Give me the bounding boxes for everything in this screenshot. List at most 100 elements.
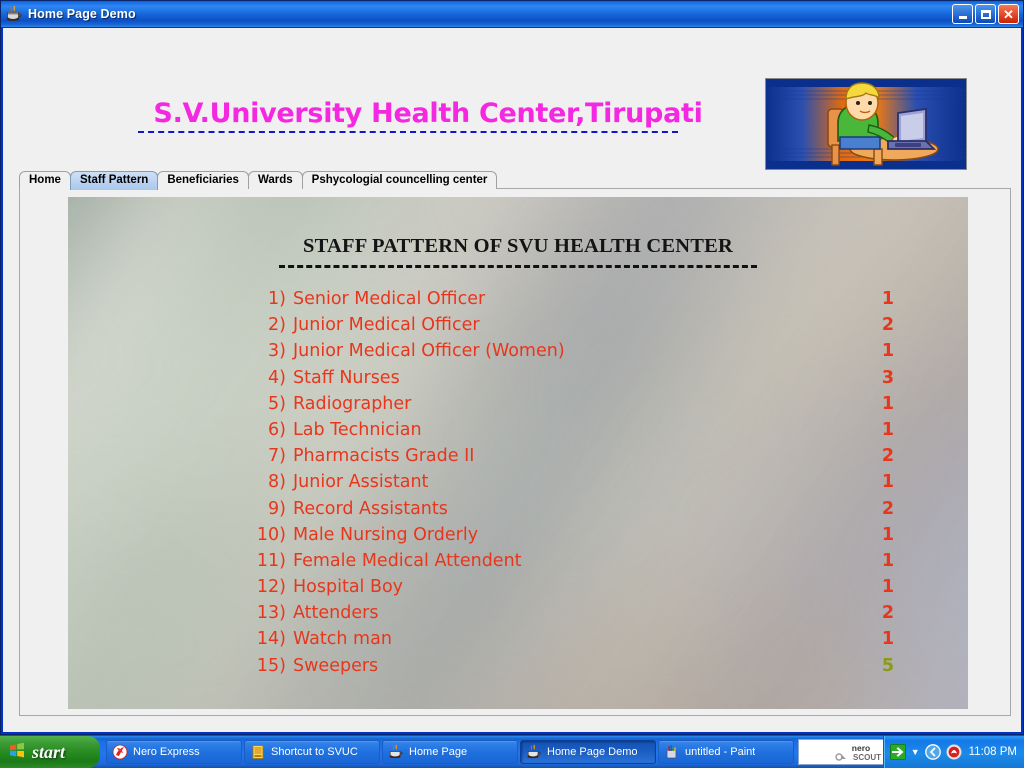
staff-title: Record Assistants xyxy=(293,498,448,519)
staff-index: 11) xyxy=(256,550,286,571)
staff-count: 2 xyxy=(881,603,895,624)
nero-express-icon xyxy=(112,744,128,760)
window-title: Home Page Demo xyxy=(28,7,136,21)
staff-row: 1) Senior Medical Officer 1 xyxy=(68,289,968,315)
taskbar-item-untitled-paint[interactable]: untitled - Paint xyxy=(658,740,794,764)
staff-count: 5 xyxy=(881,655,895,676)
slide-heading: STAFF PATTERN OF SVU HEALTH CENTER xyxy=(303,235,733,257)
taskbar-item-label: Home Page Demo xyxy=(547,746,638,758)
taskbar-item-shortcut-to-svuc[interactable]: Shortcut to SVUC xyxy=(244,740,380,764)
staff-count: 1 xyxy=(881,393,895,414)
java-coffee-cup-icon xyxy=(388,744,404,760)
tab-beneficiaries[interactable]: Beneficiaries xyxy=(157,171,249,189)
staff-count: 2 xyxy=(881,315,895,336)
maximize-icon xyxy=(980,9,991,19)
taskbar-item-nero-express[interactable]: Nero Express xyxy=(106,740,242,764)
staff-row: 8) Junior Assistant 1 xyxy=(68,472,968,498)
staff-count: 1 xyxy=(881,524,895,545)
page-header: S.V.University Health Center,Tirupati xyxy=(3,28,1021,170)
staff-title: Hospital Boy xyxy=(293,577,404,598)
taskbar-item-home-page[interactable]: Home Page xyxy=(382,740,518,764)
tray-dropdown-chevron-icon[interactable]: ▼ xyxy=(911,747,920,757)
clock[interactable]: 11:08 PM xyxy=(967,746,1017,758)
taskbar-item-label: untitled - Paint xyxy=(685,746,756,758)
close-icon: ✕ xyxy=(1003,6,1014,22)
start-button[interactable]: start xyxy=(0,736,100,768)
staff-index: 7) xyxy=(268,446,286,467)
staff-index: 2) xyxy=(268,315,286,336)
red-circle-icon[interactable] xyxy=(946,744,962,760)
banner-image-boy-at-laptop xyxy=(765,78,967,170)
tab-staff-pattern[interactable]: Staff Pattern xyxy=(69,171,159,190)
staff-pattern-slide: STAFF PATTERN OF SVU HEALTH CENTER 1) Se… xyxy=(68,197,968,709)
staff-count: 1 xyxy=(881,419,895,440)
staff-row: 15) Sweepers 5 xyxy=(68,656,968,682)
staff-title: Junior Medical Officer xyxy=(293,315,480,336)
staff-title: Junior Medical Officer (Women) xyxy=(293,341,565,362)
page-body: S.V.University Health Center,Tirupati Ho… xyxy=(3,28,1021,732)
staff-index: 9) xyxy=(268,498,286,519)
staff-index: 13) xyxy=(256,603,286,624)
svg-text:SCOUT: SCOUT xyxy=(853,753,881,762)
green-arrow-icon[interactable] xyxy=(889,744,906,760)
site-title-block: S.V.University Health Center,Tirupati xyxy=(138,100,718,133)
windows-taskbar: start Nero Express Shortcut to SVUC Home… xyxy=(0,735,1024,768)
taskbar-item-home-page-demo[interactable]: Home Page Demo xyxy=(520,740,656,764)
staff-index: 14) xyxy=(256,629,286,650)
staff-row: 4) Staff Nurses 3 xyxy=(68,368,968,394)
staff-count: 2 xyxy=(881,498,895,519)
close-button[interactable]: ✕ xyxy=(998,4,1019,24)
tab-content-panel: STAFF PATTERN OF SVU HEALTH CENTER 1) Se… xyxy=(19,188,1011,716)
svg-text:nero: nero xyxy=(852,743,870,753)
staff-row: 10) Male Nursing Orderly 1 xyxy=(68,525,968,551)
title-underline-rule xyxy=(138,131,678,133)
staff-count: 1 xyxy=(881,341,895,362)
taskbar-window-buttons: Nero Express Shortcut to SVUC Home Page … xyxy=(100,736,924,768)
minimize-button[interactable] xyxy=(952,4,973,24)
chevron-left-icon[interactable] xyxy=(924,744,941,760)
staff-count: 2 xyxy=(881,446,895,467)
staff-title: Pharmacists Grade II xyxy=(293,446,475,467)
tab-home[interactable]: Home xyxy=(19,171,71,189)
staff-title: Male Nursing Orderly xyxy=(293,524,479,545)
tab-strip[interactable]: Home Staff Pattern Beneficiaries Wards P… xyxy=(19,171,498,190)
paint-icon xyxy=(664,744,680,760)
windows-flag-icon xyxy=(8,741,26,764)
staff-index: 1) xyxy=(268,289,286,309)
staff-title: Sweepers xyxy=(293,655,379,676)
staff-count: 1 xyxy=(881,472,895,493)
staff-row: 6) Lab Technician 1 xyxy=(68,420,968,446)
staff-title: Junior Assistant xyxy=(293,472,429,493)
staff-row: 5) Radiographer 1 xyxy=(68,394,968,420)
java-coffee-cup-icon[interactable] xyxy=(5,5,23,23)
document-icon xyxy=(250,744,266,760)
staff-row: 3) Junior Medical Officer (Women) 1 xyxy=(68,341,968,367)
tab-psychological-counselling-center[interactable]: Pshycologial councelling center xyxy=(301,171,498,189)
slide-foreground: STAFF PATTERN OF SVU HEALTH CENTER 1) Se… xyxy=(68,197,968,709)
staff-title: Radiographer xyxy=(293,393,412,414)
slide-heading-rule xyxy=(279,265,757,268)
staff-row: 7) Pharmacists Grade II 2 xyxy=(68,446,968,472)
staff-index: 12) xyxy=(256,577,286,598)
staff-row: 12) Hospital Boy 1 xyxy=(68,577,968,603)
staff-index: 6) xyxy=(268,419,286,440)
staff-index: 3) xyxy=(268,341,286,362)
staff-count: 1 xyxy=(881,577,895,598)
staff-index: 10) xyxy=(256,524,286,545)
taskbar-item-label: Nero Express xyxy=(133,746,200,758)
start-label: start xyxy=(32,741,66,762)
staff-title: Staff Nurses xyxy=(293,367,400,388)
application-window: Home Page Demo ✕ S.V.University Health C… xyxy=(0,0,1024,735)
system-tray: ▼ 11:08 PM xyxy=(882,736,1024,768)
staff-count: 1 xyxy=(881,629,895,650)
java-coffee-cup-icon xyxy=(526,744,542,760)
taskbar-item-label: Shortcut to SVUC xyxy=(271,746,358,758)
staff-row: 11) Female Medical Attendent 1 xyxy=(68,551,968,577)
maximize-button[interactable] xyxy=(975,4,996,24)
staff-row: 2) Junior Medical Officer 2 xyxy=(68,315,968,341)
staff-title: Watch man xyxy=(293,629,392,650)
title-bar[interactable]: Home Page Demo ✕ xyxy=(1,1,1023,27)
tab-wards[interactable]: Wards xyxy=(247,171,303,189)
page-title: S.V.University Health Center,Tirupati xyxy=(153,98,703,129)
staff-title: Attenders xyxy=(293,603,379,624)
